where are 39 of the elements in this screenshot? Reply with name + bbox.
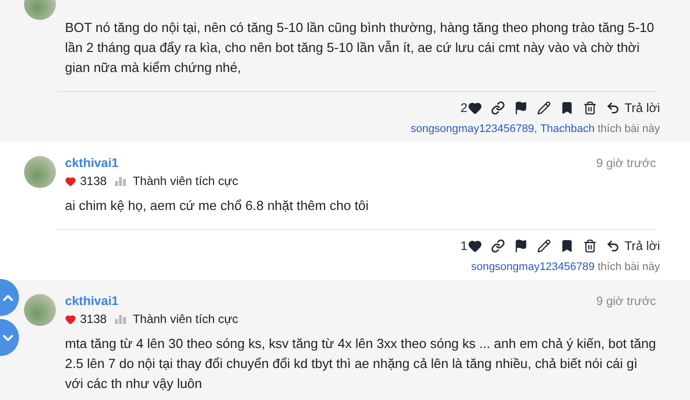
bookmark-icon[interactable]: [560, 101, 574, 115]
username-link[interactable]: ckthivai1: [65, 156, 119, 170]
heart-icon: [65, 314, 76, 324]
pencil-icon[interactable]: [537, 101, 552, 115]
reply-button[interactable]: Trả lời: [606, 101, 660, 115]
user-link[interactable]: songsongmay123456789: [410, 123, 534, 135]
flag-icon[interactable]: [514, 239, 528, 253]
user-link[interactable]: songsongmay123456789: [471, 261, 595, 273]
separator-comma: ,: [534, 123, 538, 135]
rank-icon: [114, 314, 127, 324]
like-button[interactable]: 2: [460, 101, 482, 115]
member-rank: Thành viên tích cực: [132, 174, 238, 188]
bookmark-icon[interactable]: [560, 239, 574, 253]
reputation-score: 3138: [80, 174, 107, 188]
post-time: 9 giờ trước: [596, 156, 656, 170]
user-link[interactable]: Thachbach: [540, 123, 595, 135]
pencil-icon[interactable]: [537, 239, 552, 253]
member-rank: Thành viên tích cực: [132, 312, 238, 326]
heart-icon: [65, 176, 76, 186]
post-text: BOT nó tăng do nội tại, nên có tăng 5-10 lần cũng bình thường, hàng tăng theo phong trào tăng 5-10 lần 2 tháng qua đẩy ra kìa, cho nên bot tăng 5-10 lần vẫn ít, ae cứ lưu cái cmt này vào và chờ thời gian nữa mà kiểm chứng nhé,: [65, 19, 656, 77]
post-text: mta tăng từ 4 lên 30 theo sóng ks, ksv tăng từ 4x lên 3xx theo sóng ks ... anh em chả ý kiến, bot tăng 2.5 lên 7 do nội tại thay đổi chuyển đổi kd tbyt thì ae nhặng cả lên là tăng nhiều, chả biết nói cái gì với các th như vậy luôn: [65, 335, 656, 393]
post-time: 9 giờ trước: [596, 294, 656, 308]
avatar: [24, 156, 56, 188]
post-text: ai chim kệ họ, aem cứ me chổ 6.8 nhặt thêm cho tôi: [65, 197, 370, 215]
trash-icon[interactable]: [583, 101, 598, 115]
like-button[interactable]: 1: [460, 239, 482, 253]
flag-icon[interactable]: [514, 101, 528, 115]
trash-icon[interactable]: [583, 239, 598, 253]
reply-arrow-icon: [606, 239, 620, 253]
likes-caption: thích bài này: [598, 123, 660, 135]
likes-caption: thích bài này: [598, 261, 660, 273]
link-icon[interactable]: [491, 101, 506, 115]
username-link[interactable]: ckthivai1: [65, 294, 119, 308]
rank-icon: [114, 176, 127, 186]
reply-arrow-icon: [606, 101, 620, 115]
avatar: [24, 294, 56, 326]
reputation-score: 3138: [80, 312, 107, 326]
reply-button[interactable]: Trả lời: [606, 239, 660, 253]
link-icon[interactable]: [491, 239, 506, 253]
